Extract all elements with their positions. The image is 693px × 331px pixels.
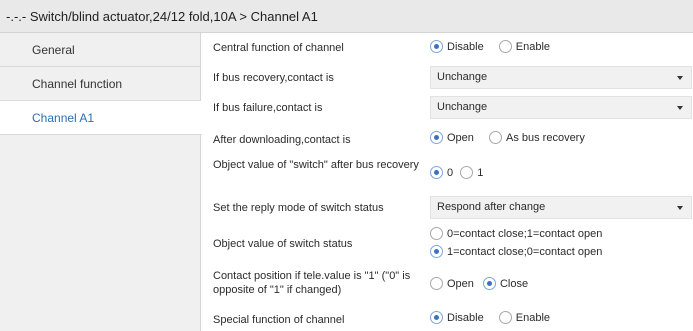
central-function-enable-option[interactable]: Enable [498, 40, 551, 53]
option-label: 1 [477, 166, 484, 179]
option-label: As bus recovery [505, 131, 585, 144]
radio-button-icon[interactable] [430, 311, 443, 324]
bus-failure-select[interactable]: Unchange [430, 96, 692, 119]
reply-mode-select[interactable]: Respond after change [430, 196, 692, 219]
radio-button-icon[interactable] [430, 166, 443, 179]
option-label: Close [499, 277, 529, 290]
chevron-down-icon [677, 206, 683, 210]
object-value-switch-label: Object value of "switch" after bus recov… [213, 159, 419, 171]
radio-button-icon[interactable] [482, 277, 496, 290]
contact-position-label: Contact position if tele.value is "1" ("… [213, 270, 411, 296]
radio-button-icon[interactable] [430, 245, 443, 258]
after-downloading-radio-group: Open As bus recovery [430, 131, 597, 147]
special-function-label: Special function of channel [213, 314, 345, 326]
option-label: Open [447, 277, 474, 290]
radio-button-icon[interactable] [430, 131, 443, 144]
option-label: 1=contact close;0=contact open [447, 245, 603, 258]
bus-recovery-select[interactable]: Unchange [430, 66, 692, 89]
sidebar-item-channel-a1[interactable]: Channel A1 [0, 101, 202, 135]
after-downloading-label: After downloading,contact is [213, 134, 351, 146]
option-label: 0 [447, 166, 454, 179]
parameter-panel: Central function of channel Disable Enab… [202, 33, 693, 331]
option-label: Disable [447, 311, 484, 324]
radio-button-icon[interactable] [430, 40, 443, 53]
switch-status-option-2[interactable]: 1=contact close;0=contact open [430, 245, 602, 258]
option-label: 0=contact close;1=contact open [447, 227, 603, 240]
switch-status-label: Object value of switch status [213, 238, 353, 250]
window-title: -.-.- Switch/blind actuator,24/12 fold,1… [0, 0, 693, 33]
switch-status-option-1[interactable]: 0=contact close;1=contact open [430, 227, 602, 240]
sidebar: General Channel function Channel A1 [0, 33, 202, 331]
reply-mode-value: Respond after change [437, 201, 546, 213]
radio-button-icon[interactable] [498, 311, 512, 324]
radio-button-icon[interactable] [430, 227, 443, 240]
radio-button-icon[interactable] [488, 131, 502, 144]
bus-recovery-value: Unchange [437, 71, 488, 83]
after-downloading-open-option[interactable]: Open [430, 131, 474, 144]
switch-status-radio-group: 0=contact close;1=contact open 1=contact… [430, 227, 614, 263]
object-value-1-option[interactable]: 1 [460, 166, 483, 179]
bus-recovery-label: If bus recovery,contact is [213, 72, 334, 84]
special-function-enable-option[interactable]: Enable [498, 311, 551, 324]
contact-position-close-option[interactable]: Close [482, 277, 529, 290]
bus-failure-label: If bus failure,contact is [213, 102, 323, 114]
after-downloading-bus-recovery-option[interactable]: As bus recovery [488, 131, 585, 144]
option-label: Enable [515, 311, 551, 324]
radio-button-icon[interactable] [498, 40, 512, 53]
special-function-disable-option[interactable]: Disable [430, 311, 484, 324]
central-function-disable-option[interactable]: Disable [430, 40, 484, 53]
option-label: Disable [447, 40, 484, 53]
chevron-down-icon [677, 106, 683, 110]
contact-position-open-option[interactable]: Open [430, 277, 474, 290]
special-function-radio-group: Disable Enable [430, 311, 562, 327]
object-value-switch-radio-group: 0 1 [430, 166, 495, 182]
reply-mode-label: Set the reply mode of switch status [213, 202, 384, 214]
bus-failure-value: Unchange [437, 101, 488, 113]
central-function-label: Central function of channel [213, 42, 344, 54]
object-value-0-option[interactable]: 0 [430, 166, 453, 179]
chevron-down-icon [677, 76, 683, 80]
central-function-radio-group: Disable Enable [430, 40, 562, 56]
sidebar-item-channel-function[interactable]: Channel function [0, 67, 200, 101]
sidebar-item-general[interactable]: General [0, 33, 200, 67]
radio-button-icon[interactable] [460, 166, 474, 179]
contact-position-radio-group: Open Close [430, 277, 540, 293]
radio-button-icon[interactable] [430, 277, 443, 290]
option-label: Enable [515, 40, 551, 53]
option-label: Open [447, 131, 474, 144]
